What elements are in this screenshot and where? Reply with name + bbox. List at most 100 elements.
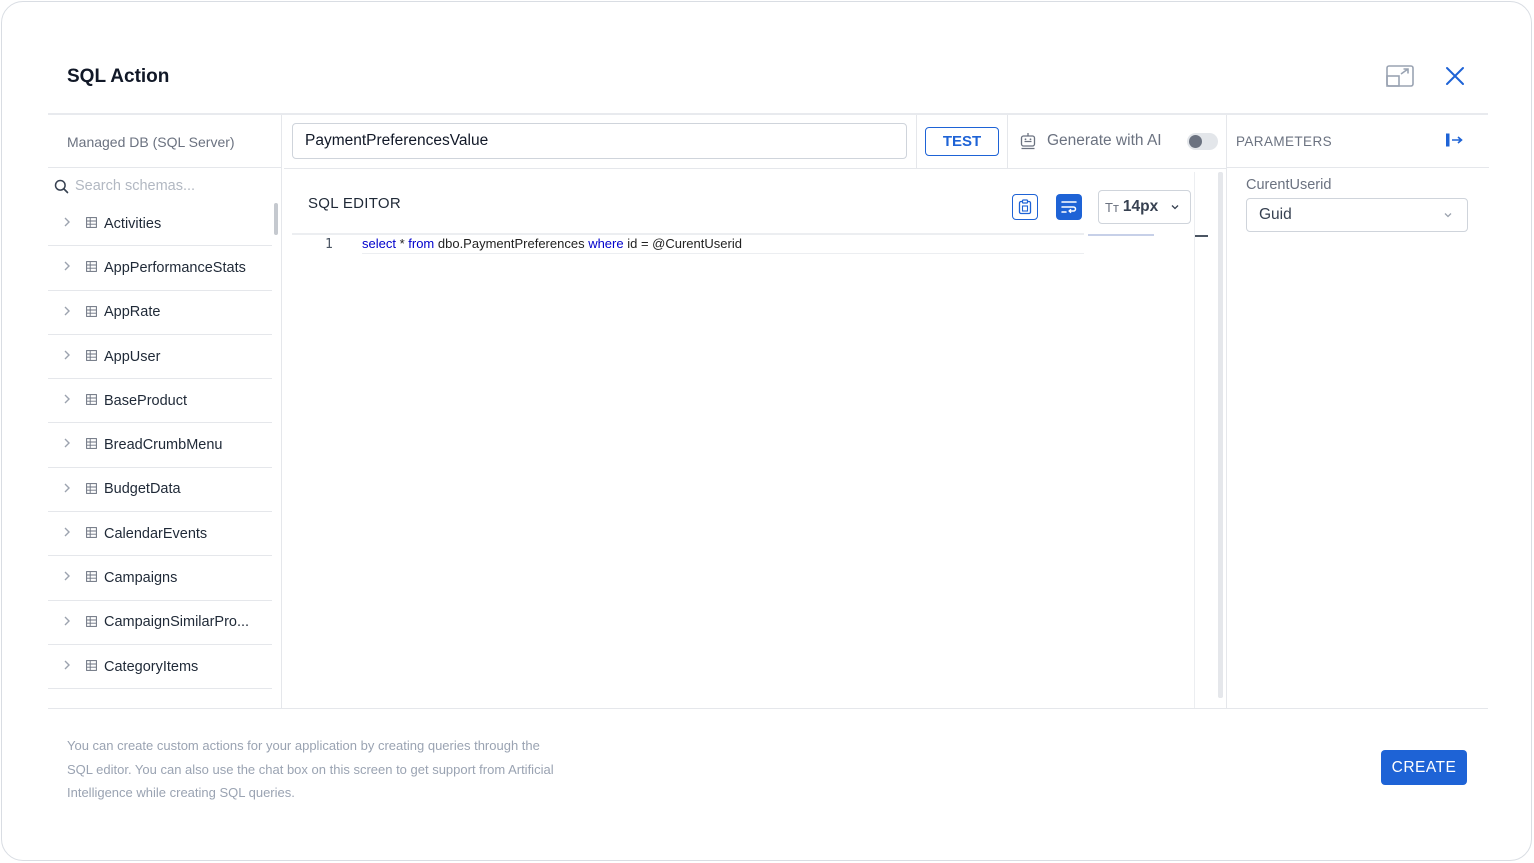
generate-with-ai-label: Generate with AI xyxy=(1047,132,1162,149)
robot-icon xyxy=(1020,133,1036,150)
code-line[interactable]: select * from dbo.PaymentPreferences whe… xyxy=(362,236,1084,254)
parameter-name: CurentUserid xyxy=(1246,177,1332,193)
wrap-text-icon xyxy=(1061,201,1077,214)
expand-icon xyxy=(1386,65,1414,87)
editor-divider xyxy=(284,168,1226,169)
sql-token: dbo.PaymentPreferences xyxy=(434,236,589,251)
parameters-title: PARAMETERS xyxy=(1236,134,1333,149)
chevron-right-icon xyxy=(64,527,70,537)
search-icon xyxy=(54,179,69,193)
chevron-right-icon xyxy=(64,571,70,581)
help-text: You can create custom actions for your a… xyxy=(67,738,554,800)
copy-icon xyxy=(1018,199,1032,215)
schema-item-label: Activities xyxy=(104,215,162,232)
editor-minimap[interactable] xyxy=(1088,234,1154,236)
schema-item[interactable]: AppPerformanceStats xyxy=(48,246,272,291)
toolbar-divider xyxy=(1007,115,1008,168)
schema-item-label: BudgetData xyxy=(104,481,181,498)
toggle-knob xyxy=(1189,135,1202,148)
editor-overview-ruler xyxy=(1194,172,1195,708)
parameter-type-value: Guid xyxy=(1259,206,1292,223)
chevron-right-icon xyxy=(64,660,70,670)
table-icon xyxy=(86,349,97,361)
font-size-icon: Tт xyxy=(1105,199,1119,215)
schema-panel: Managed DB (SQL Server) Activities AppPe… xyxy=(48,115,282,708)
chevron-down-icon xyxy=(1444,213,1452,218)
close-button[interactable] xyxy=(1440,62,1470,90)
sql-keyword: select xyxy=(362,236,396,251)
parameters-divider xyxy=(1227,167,1489,168)
minimap-slider[interactable] xyxy=(1194,235,1208,237)
table-icon xyxy=(86,438,97,450)
schema-item-label: AppPerformanceStats xyxy=(104,259,246,276)
table-icon xyxy=(86,261,97,273)
schema-panel-divider xyxy=(48,167,282,168)
expand-button[interactable] xyxy=(1385,62,1415,90)
schema-item[interactable]: CalendarEvents xyxy=(48,512,272,557)
test-button[interactable]: TEST xyxy=(925,127,999,156)
sql-token: * xyxy=(395,236,409,251)
schema-item-label: CampaignSimilarPro... xyxy=(104,614,250,631)
schema-item-label: CalendarEvents xyxy=(104,525,208,542)
copy-button[interactable] xyxy=(1012,194,1038,220)
schema-item-label: BreadCrumbMenu xyxy=(104,437,223,454)
font-size-select[interactable]: Tт 14px xyxy=(1098,190,1191,224)
table-icon xyxy=(86,527,97,538)
parameter-type-select[interactable]: Guid xyxy=(1246,198,1468,232)
schema-item[interactable]: BudgetData xyxy=(48,468,272,513)
schema-item[interactable]: BreadCrumbMenu xyxy=(48,423,272,468)
schema-item[interactable]: BaseProduct xyxy=(48,379,272,424)
toolbar-divider xyxy=(916,115,917,168)
schema-item[interactable]: AppUser xyxy=(48,335,272,380)
chevron-right-icon xyxy=(64,217,70,227)
editor-scrollbar[interactable] xyxy=(1218,172,1223,698)
sql-editor-title: SQL EDITOR xyxy=(308,195,402,212)
collapse-panel-button[interactable] xyxy=(1443,132,1467,152)
schema-item[interactable]: Campaigns xyxy=(48,556,272,601)
schema-item[interactable]: CampaignSimilarPro... xyxy=(48,601,272,645)
generate-with-ai-toggle[interactable] xyxy=(1187,133,1218,150)
chevron-down-icon xyxy=(1171,205,1179,210)
sql-action-modal: SQL Action Managed DB (SQL Server) Searc… xyxy=(1,1,1532,861)
collapse-right-icon xyxy=(1446,133,1463,147)
schema-item-label: AppUser xyxy=(104,348,161,365)
schema-item-label: AppRate xyxy=(104,304,161,321)
schema-item-label: BaseProduct xyxy=(104,392,188,409)
sql-token: id = @CurentUserid xyxy=(623,236,742,251)
table-icon xyxy=(86,394,97,406)
modal-title: SQL Action xyxy=(67,66,170,87)
chevron-right-icon xyxy=(64,261,70,271)
chevron-right-icon xyxy=(64,483,70,493)
schema-list: Activities AppPerformanceStats AppRate A… xyxy=(48,202,272,690)
schema-item-label: CategoryItems xyxy=(104,658,199,675)
font-size-value: 14px xyxy=(1122,198,1159,215)
schema-item[interactable]: Activities xyxy=(48,202,272,247)
sql-code-editor[interactable]: 1 select * from dbo.PaymentPreferences w… xyxy=(292,233,1208,708)
chevron-right-icon xyxy=(64,616,70,626)
chevron-right-icon xyxy=(64,438,70,448)
parameters-panel: PARAMETERS CurentUserid Guid xyxy=(1226,115,1489,708)
sql-keyword: from xyxy=(408,236,435,251)
schema-list-scrollbar[interactable] xyxy=(274,203,278,235)
chevron-right-icon xyxy=(64,394,70,404)
table-icon xyxy=(86,571,97,583)
table-icon xyxy=(86,482,97,494)
table-icon xyxy=(86,305,97,317)
schema-search-input[interactable] xyxy=(75,178,265,194)
editor-current-line-border xyxy=(292,233,1084,235)
word-wrap-button[interactable] xyxy=(1056,194,1082,220)
chevron-right-icon xyxy=(64,306,70,316)
schema-item-label: Campaigns xyxy=(104,570,178,587)
chevron-right-icon xyxy=(64,350,70,360)
schema-search xyxy=(54,175,274,197)
action-name-input[interactable] xyxy=(292,123,907,159)
table-icon xyxy=(86,615,97,627)
schema-item[interactable]: CategoryItems xyxy=(48,645,272,690)
table-icon xyxy=(86,660,97,671)
create-button[interactable]: CREATE xyxy=(1381,750,1467,785)
sql-keyword: where xyxy=(588,236,624,251)
footer-divider xyxy=(48,708,1488,709)
table-icon xyxy=(86,217,97,228)
line-number: 1 xyxy=(325,237,333,252)
schema-item[interactable]: AppRate xyxy=(48,291,272,335)
